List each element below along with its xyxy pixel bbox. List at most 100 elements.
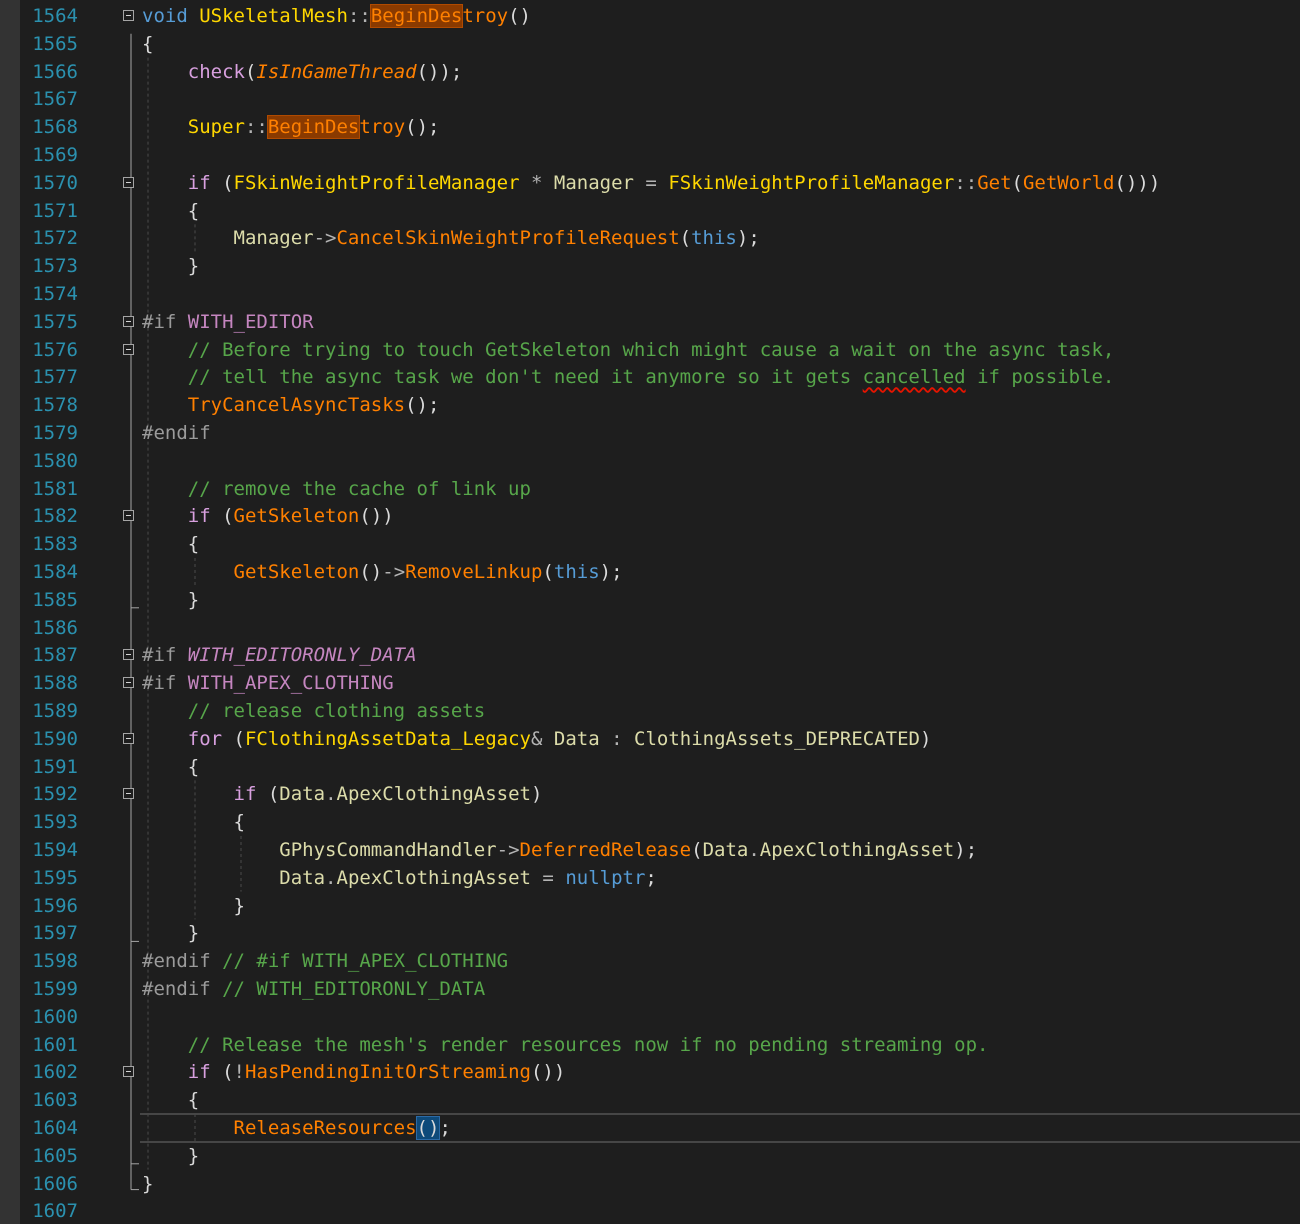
- code-text[interactable]: #endif // #if WITH_APEX_CLOTHING: [142, 947, 508, 975]
- code-line[interactable]: 1565 {: [20, 30, 1300, 58]
- code-text[interactable]: Data.ApexClothingAsset = nullptr;: [142, 864, 657, 892]
- code-line[interactable]: 1601 // Release the mesh's render resour…: [20, 1031, 1300, 1059]
- collapse-icon[interactable]: [123, 1066, 134, 1078]
- code-line[interactable]: 1564 void USkeletalMesh::BeginDestroy(): [20, 2, 1300, 30]
- code-text[interactable]: // release clothing assets: [142, 697, 485, 725]
- code-text[interactable]: void USkeletalMesh::BeginDestroy(): [142, 2, 531, 30]
- code-line[interactable]: 1574: [20, 280, 1300, 308]
- code-text[interactable]: Super::BeginDestroy();: [142, 113, 439, 141]
- code-line[interactable]: 1605 }: [20, 1142, 1300, 1170]
- code-text[interactable]: }: [142, 252, 199, 280]
- code-text[interactable]: {: [142, 197, 199, 225]
- code-line[interactable]: 1599 #endif // WITH_EDITORONLY_DATA: [20, 975, 1300, 1003]
- line-number: 1602: [32, 1061, 78, 1084]
- code-line[interactable]: 1603 {: [20, 1086, 1300, 1114]
- code-text[interactable]: if (!HasPendingInitOrStreaming()): [142, 1058, 566, 1086]
- code-line[interactable]: 1594 GPhysCommandHandler->DeferredReleas…: [20, 836, 1300, 864]
- code-text[interactable]: }: [142, 1142, 199, 1170]
- code-text[interactable]: if (GetSkeleton()): [142, 502, 394, 530]
- collapse-icon[interactable]: [123, 343, 134, 355]
- code-line[interactable]: 1592 if (Data.ApexClothingAsset): [20, 780, 1300, 808]
- collapse-icon[interactable]: [123, 677, 134, 689]
- code-line[interactable]: 1606}: [20, 1170, 1300, 1198]
- code-line[interactable]: 1573 }: [20, 252, 1300, 280]
- code-line[interactable]: 1570 if (FSkinWeightProfileManager * Man…: [20, 169, 1300, 197]
- code-line[interactable]: 1604 ReleaseResources();: [20, 1113, 1300, 1143]
- code-line[interactable]: 1591 {: [20, 753, 1300, 781]
- code-line[interactable]: 1586: [20, 614, 1300, 642]
- code-line[interactable]: 1582 if (GetSkeleton()): [20, 502, 1300, 530]
- code-line[interactable]: 1600: [20, 1003, 1300, 1031]
- code-text[interactable]: if (Data.ApexClothingAsset): [142, 780, 543, 808]
- collapse-icon[interactable]: [123, 10, 134, 21]
- code-text[interactable]: }: [142, 892, 245, 920]
- code-text[interactable]: {: [142, 753, 199, 781]
- code-text[interactable]: Manager->CancelSkinWeightProfileRequest(…: [142, 224, 760, 252]
- collapse-icon[interactable]: [123, 176, 134, 188]
- code-line[interactable]: 1568 Super::BeginDestroy();: [20, 113, 1300, 141]
- code-line[interactable]: 1567: [20, 85, 1300, 113]
- code-token: this: [553, 561, 600, 583]
- code-text[interactable]: }: [142, 1170, 153, 1198]
- code-text[interactable]: GPhysCommandHandler->DeferredRelease(Dat…: [142, 836, 977, 864]
- code-line[interactable]: 1596 }: [20, 892, 1300, 920]
- code-line[interactable]: 1572 Manager->CancelSkinWeightProfileReq…: [20, 224, 1300, 252]
- code-line[interactable]: 1589 // release clothing assets: [20, 697, 1300, 725]
- code-text[interactable]: check(IsInGameThread());: [142, 58, 463, 86]
- code-line[interactable]: 1571 {: [20, 197, 1300, 225]
- code-text[interactable]: GetSkeleton()->RemoveLinkup(this);: [142, 558, 623, 586]
- code-text[interactable]: ReleaseResources();: [142, 1114, 451, 1142]
- code-text[interactable]: #endif // WITH_EDITORONLY_DATA: [142, 975, 485, 1003]
- code-text[interactable]: TryCancelAsyncTasks();: [142, 391, 440, 419]
- code-text[interactable]: // Before trying to touch GetSkeleton wh…: [142, 336, 1115, 364]
- code-text[interactable]: // remove the cache of link up: [142, 475, 531, 503]
- code-text[interactable]: {: [142, 30, 153, 58]
- code-text[interactable]: {: [142, 530, 199, 558]
- code-text[interactable]: #if WITH_APEX_CLOTHING: [142, 669, 394, 697]
- code-token: ->: [496, 839, 520, 861]
- code-line[interactable]: 1593 {: [20, 808, 1300, 836]
- code-line[interactable]: 1583 {: [20, 530, 1300, 558]
- code-line[interactable]: 1602 if (!HasPendingInitOrStreaming()): [20, 1058, 1300, 1086]
- code-line[interactable]: 1575 #if WITH_EDITOR: [20, 308, 1300, 336]
- code-line[interactable]: 1584 GetSkeleton()->RemoveLinkup(this);: [20, 558, 1300, 586]
- collapse-icon[interactable]: [123, 649, 134, 661]
- code-line[interactable]: 1595 Data.ApexClothingAsset = nullptr;: [20, 864, 1300, 892]
- code-line[interactable]: 1588 #if WITH_APEX_CLOTHING: [20, 669, 1300, 697]
- code-line[interactable]: 1577 // tell the async task we don't nee…: [20, 363, 1300, 391]
- code-line[interactable]: 1578 TryCancelAsyncTasks();: [20, 391, 1300, 419]
- code-line[interactable]: 1598 #endif // #if WITH_APEX_CLOTHING: [20, 947, 1300, 975]
- code-line[interactable]: 1587 #if WITH_EDITORONLY_DATA: [20, 641, 1300, 669]
- code-line[interactable]: 1581 // remove the cache of link up: [20, 475, 1300, 503]
- collapse-icon[interactable]: [123, 788, 134, 800]
- collapse-icon[interactable]: [123, 315, 134, 327]
- code-token: for: [187, 727, 223, 750]
- code-line[interactable]: 1576 // Before trying to touch GetSkelet…: [20, 336, 1300, 364]
- code-line[interactable]: 1580: [20, 447, 1300, 475]
- code-text[interactable]: #if WITH_EDITORONLY_DATA: [142, 641, 417, 669]
- code-line[interactable]: 1590 for (FClothingAssetData_Legacy& Dat…: [20, 725, 1300, 753]
- code-text[interactable]: }: [142, 586, 199, 614]
- code-text[interactable]: {: [142, 808, 245, 836]
- code-line[interactable]: 1607: [20, 1197, 1300, 1224]
- code-line[interactable]: 1566 check(IsInGameThread());: [20, 58, 1300, 86]
- code-text[interactable]: // Release the mesh's render resources n…: [142, 1031, 989, 1059]
- collapse-icon[interactable]: [123, 510, 134, 522]
- code-text[interactable]: #endif: [142, 419, 211, 447]
- collapse-icon[interactable]: [123, 732, 134, 744]
- code-line[interactable]: 1597 }: [20, 919, 1300, 947]
- code-line[interactable]: 1579 #endif: [20, 419, 1300, 447]
- code-editor[interactable]: 1564 void USkeletalMesh::BeginDestroy() 15…: [0, 0, 1300, 1224]
- code-text[interactable]: // tell the async task we don't need it …: [142, 363, 1115, 391]
- code-text[interactable]: }: [142, 919, 199, 947]
- code-token: FSkinWeightProfileManager: [233, 171, 520, 194]
- code-text[interactable]: {: [142, 1086, 199, 1114]
- line-number: 1592: [32, 783, 78, 806]
- code-text[interactable]: #if WITH_EDITOR: [142, 308, 314, 336]
- code-text[interactable]: for (FClothingAssetData_Legacy& Data : C…: [142, 725, 932, 753]
- code-line[interactable]: 1569: [20, 141, 1300, 169]
- code-text[interactable]: if (FSkinWeightProfileManager * Manager …: [142, 169, 1161, 197]
- code-line[interactable]: 1585 }: [20, 586, 1300, 614]
